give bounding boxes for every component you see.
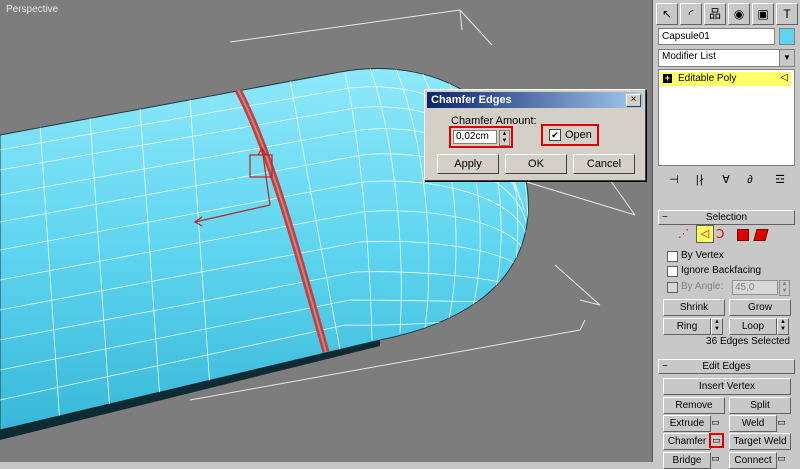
- modifier-list-label: Modifier List: [662, 51, 716, 62]
- dialog-title: Chamfer Edges: [431, 94, 512, 106]
- chamfer-edges-dialog: Chamfer Edges × Chamfer Amount: 0,02cm ▲…: [424, 89, 646, 181]
- remove-modifier-icon[interactable]: ∂: [741, 172, 759, 188]
- grow-button[interactable]: Grow: [729, 299, 791, 316]
- open-checkbox[interactable]: ✔: [549, 129, 561, 141]
- extrude-button[interactable]: Extrude: [663, 415, 711, 432]
- cancel-button[interactable]: Cancel: [573, 154, 635, 174]
- make-unique-icon[interactable]: ∀: [717, 172, 735, 188]
- perspective-viewport[interactable]: Perspective: [0, 0, 653, 462]
- stack-item-editable-poly[interactable]: + Editable Poly ◁: [660, 72, 791, 86]
- target-weld-button[interactable]: Target Weld: [729, 433, 791, 450]
- chamfer-amount-highlight: 0,02cm ▲ ▼: [449, 126, 513, 148]
- motion-tab-icon[interactable]: ◉: [728, 3, 750, 25]
- shrink-button[interactable]: Shrink: [663, 299, 725, 316]
- extrude-settings-icon[interactable]: ▭: [710, 417, 721, 428]
- selection-rollout-title: Selection: [705, 212, 748, 223]
- stack-item-label: Editable Poly: [678, 73, 737, 84]
- by-angle-spinner[interactable]: ▲ ▼: [779, 280, 790, 296]
- collapse-icon: −: [662, 212, 668, 223]
- ring-spinner[interactable]: ▲ ▼: [711, 318, 723, 335]
- selection-rollout-header[interactable]: − Selection: [658, 210, 795, 225]
- bridge-settings-icon[interactable]: ▭: [710, 453, 721, 464]
- modify-tab-icon[interactable]: ◜: [680, 3, 702, 25]
- ok-button[interactable]: OK: [505, 154, 567, 174]
- weld-button[interactable]: Weld: [729, 415, 777, 432]
- close-icon[interactable]: ×: [626, 94, 641, 107]
- chamfer-amount-spinner[interactable]: ▲ ▼: [499, 130, 510, 146]
- pin-stack-icon[interactable]: ⊣: [665, 172, 683, 188]
- edit-edges-rollout-header[interactable]: − Edit Edges: [658, 359, 795, 374]
- collapse-icon: −: [662, 361, 668, 372]
- chamfer-amount-input[interactable]: 0,02cm: [453, 130, 497, 144]
- hierarchy-tab-icon[interactable]: 品: [704, 3, 726, 25]
- command-panel: ↖ ◜ 品 ◉ ▣ T Capsule01 Modifier List ▼ + …: [653, 0, 800, 469]
- connect-button[interactable]: Connect: [729, 452, 777, 469]
- ignore-backfacing-checkbox[interactable]: [667, 266, 678, 277]
- edge-subobject-icon: ◁: [780, 72, 788, 83]
- open-label[interactable]: Open: [565, 129, 592, 141]
- chamfer-button[interactable]: Chamfer: [663, 433, 711, 450]
- ring-button[interactable]: Ring: [663, 318, 711, 335]
- by-vertex-label: By Vertex: [681, 250, 724, 261]
- display-tab-icon[interactable]: ▣: [752, 3, 774, 25]
- chamfer-settings-icon[interactable]: ▭: [709, 433, 724, 448]
- edge-mode-icon[interactable]: ◁: [696, 225, 714, 243]
- bridge-button[interactable]: Bridge: [663, 452, 711, 469]
- viewport-label[interactable]: Perspective: [6, 4, 58, 15]
- viewport-scene[interactable]: [0, 0, 652, 462]
- ignore-backfacing-label: Ignore Backfacing: [681, 265, 762, 276]
- element-mode-icon[interactable]: [753, 229, 769, 241]
- loop-spinner[interactable]: ▲ ▼: [777, 318, 789, 335]
- connect-settings-icon[interactable]: ▭: [776, 453, 787, 464]
- expand-icon[interactable]: +: [663, 74, 672, 83]
- utilities-tab-icon[interactable]: T: [776, 3, 798, 25]
- polygon-mode-icon[interactable]: [737, 229, 749, 241]
- modifier-list-dropdown[interactable]: Modifier List ▼: [658, 49, 795, 67]
- show-end-result-icon[interactable]: |∤: [691, 172, 709, 188]
- by-angle-input[interactable]: 45,0: [732, 280, 778, 295]
- edit-edges-rollout-title: Edit Edges: [702, 361, 751, 372]
- selection-status: 36 Edges Selected: [706, 336, 790, 347]
- border-mode-icon[interactable]: Ↄ: [716, 227, 730, 241]
- modifier-stack[interactable]: + Editable Poly ◁: [658, 69, 795, 166]
- create-tab-icon[interactable]: ↖: [656, 3, 678, 25]
- loop-button[interactable]: Loop: [729, 318, 777, 335]
- by-angle-label: By Angle:: [681, 281, 724, 292]
- object-color-swatch[interactable]: [779, 28, 795, 45]
- object-name-field[interactable]: Capsule01: [658, 28, 775, 45]
- open-option-highlight: ✔ Open: [541, 124, 599, 146]
- chevron-down-icon[interactable]: ▼: [779, 50, 794, 66]
- by-angle-checkbox[interactable]: [667, 282, 678, 293]
- insert-vertex-button[interactable]: Insert Vertex: [663, 378, 791, 395]
- apply-button[interactable]: Apply: [437, 154, 499, 174]
- remove-button[interactable]: Remove: [663, 397, 725, 414]
- weld-settings-icon[interactable]: ▭: [776, 417, 787, 428]
- split-button[interactable]: Split: [729, 397, 791, 414]
- vertex-mode-icon[interactable]: ⋰: [678, 227, 692, 241]
- by-vertex-checkbox[interactable]: [667, 251, 678, 262]
- configure-modifier-sets-icon[interactable]: ☲: [771, 172, 789, 188]
- dialog-titlebar[interactable]: Chamfer Edges ×: [427, 92, 643, 108]
